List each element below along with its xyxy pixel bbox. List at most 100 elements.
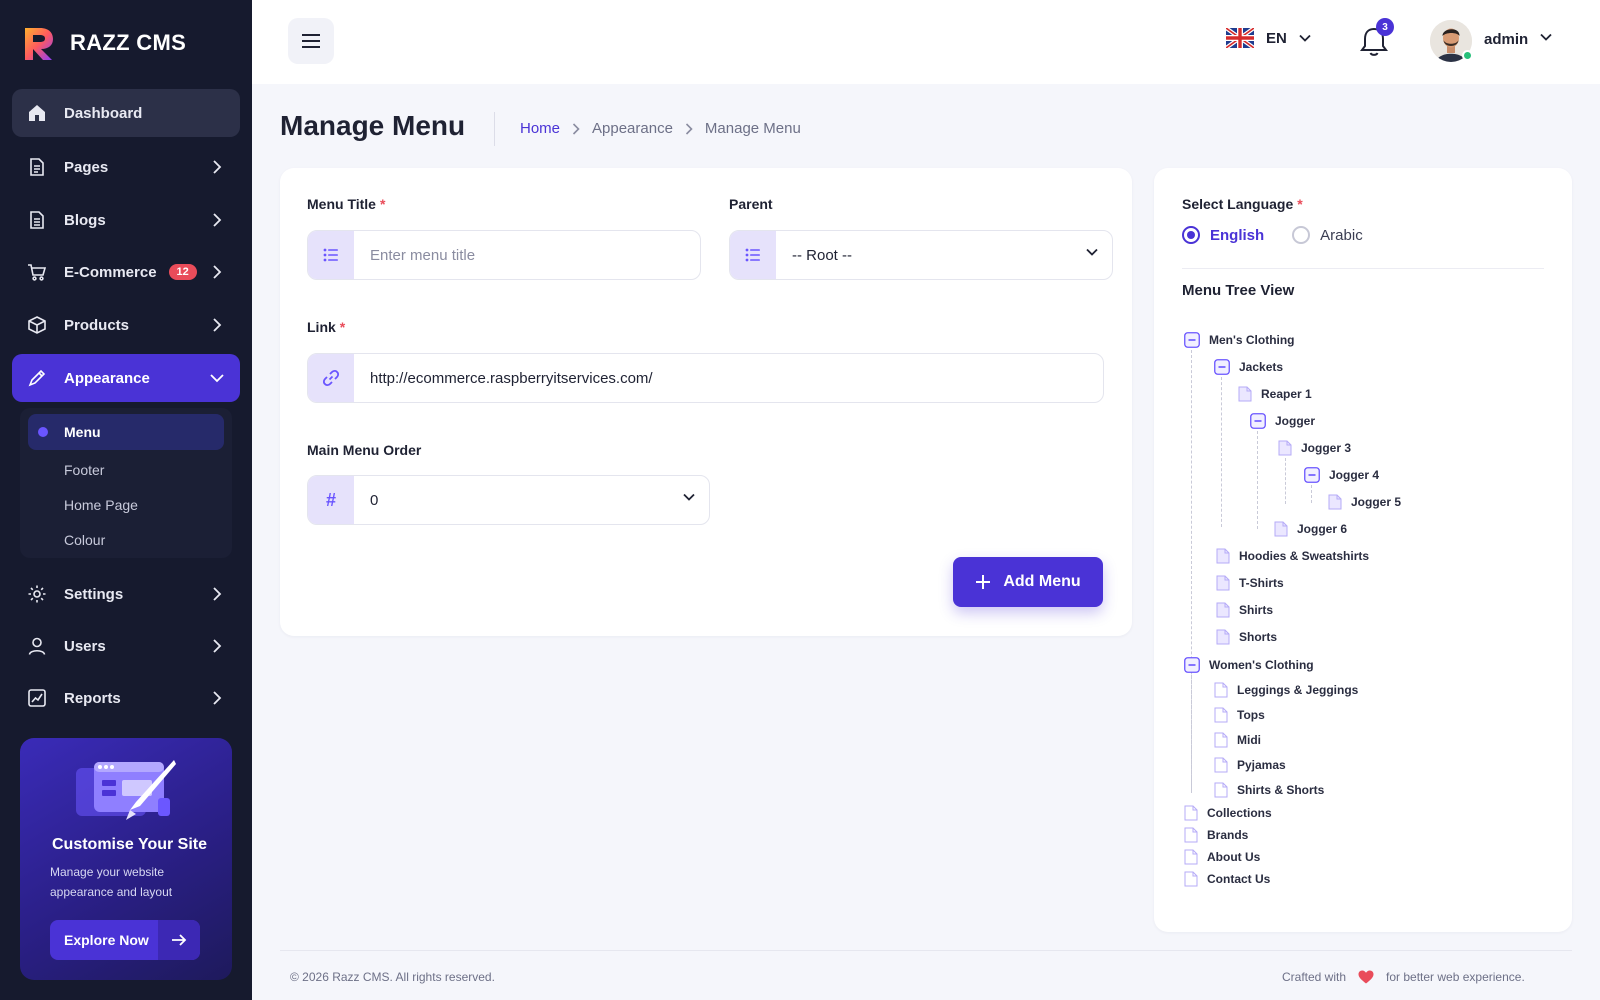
tree-connector-line bbox=[1311, 485, 1312, 503]
explore-now-label: Explore Now bbox=[64, 932, 149, 948]
title-divider bbox=[494, 112, 495, 146]
sidebar-item-appearance[interactable]: Appearance bbox=[12, 354, 240, 402]
radio-arabic[interactable]: Arabic bbox=[1292, 226, 1363, 244]
tree-node[interactable]: Reaper 1 bbox=[1238, 386, 1312, 402]
collapse-minus-icon[interactable] bbox=[1304, 467, 1320, 483]
tree-node[interactable]: Contact Us bbox=[1184, 871, 1270, 887]
link-input[interactable] bbox=[354, 354, 1103, 402]
sidebar-item-label: Settings bbox=[64, 585, 124, 603]
heart-icon bbox=[1358, 970, 1374, 984]
submenu-item-footer[interactable]: Footer bbox=[28, 452, 224, 488]
tree-node[interactable]: Jogger 6 bbox=[1274, 521, 1347, 537]
cart-icon bbox=[26, 261, 48, 283]
tree-node[interactable]: Shirts & Shorts bbox=[1214, 782, 1324, 798]
tree-node-label: Jogger 3 bbox=[1301, 441, 1352, 455]
sidebar-item-settings[interactable]: Settings bbox=[12, 570, 240, 618]
tree-node[interactable]: Brands bbox=[1184, 827, 1248, 843]
logo-icon bbox=[25, 28, 53, 60]
hash-icon: # bbox=[308, 476, 354, 524]
tree-node-label: Jogger 4 bbox=[1329, 468, 1380, 482]
notification-count-badge: 3 bbox=[1376, 18, 1394, 36]
breadcrumb-home[interactable]: Home bbox=[520, 120, 560, 137]
tree-node-label: About Us bbox=[1207, 850, 1261, 864]
tree-node[interactable]: Women's Clothing bbox=[1184, 657, 1314, 673]
tree-node[interactable]: Shirts bbox=[1216, 602, 1273, 618]
submenu-item-menu[interactable]: Menu bbox=[28, 414, 224, 450]
tree-node[interactable]: About Us bbox=[1184, 849, 1260, 865]
select-language-label: Select Language * bbox=[1182, 196, 1303, 212]
sidebar-item-ecommerce[interactable]: E-Commerce 12 bbox=[12, 248, 240, 296]
tree-node[interactable]: Pyjamas bbox=[1214, 757, 1286, 773]
tree-node[interactable]: Jogger 3 bbox=[1278, 440, 1351, 456]
explore-now-button[interactable]: Explore Now bbox=[50, 920, 200, 960]
tree-node-label: Jackets bbox=[1239, 360, 1284, 374]
menu-title-field bbox=[307, 230, 701, 280]
tree-node[interactable]: Jackets bbox=[1214, 359, 1283, 375]
chevron-down-icon bbox=[208, 369, 226, 387]
tree-node[interactable]: Shorts bbox=[1216, 629, 1277, 645]
parent-label: Parent bbox=[729, 196, 773, 212]
tree-node[interactable]: Jogger 4 bbox=[1304, 467, 1379, 483]
radio-button[interactable] bbox=[1182, 226, 1200, 244]
chevron-down-icon bbox=[1086, 248, 1098, 256]
tree-node-label: Women's Clothing bbox=[1209, 658, 1314, 672]
order-select-value[interactable]: 0 bbox=[354, 476, 709, 524]
tree-node[interactable]: Jogger bbox=[1250, 413, 1315, 429]
tree-node[interactable]: Collections bbox=[1184, 805, 1272, 821]
tree-node[interactable]: Leggings & Jeggings bbox=[1214, 682, 1358, 698]
submenu-item-label: Home Page bbox=[64, 497, 138, 513]
active-dot-icon bbox=[38, 427, 48, 437]
tree-node[interactable]: Men's Clothing bbox=[1184, 332, 1295, 348]
page-file-icon bbox=[1238, 386, 1252, 402]
user-name[interactable]: admin bbox=[1484, 31, 1528, 48]
page-file-icon bbox=[1216, 602, 1230, 618]
box-icon bbox=[26, 314, 48, 336]
collapse-minus-icon[interactable] bbox=[1184, 657, 1200, 673]
chevron-down-icon[interactable] bbox=[1540, 33, 1552, 41]
page-file-icon bbox=[1328, 494, 1342, 510]
parent-select[interactable]: -- Root -- bbox=[729, 230, 1113, 280]
tree-connector-line bbox=[1285, 458, 1286, 504]
page-outline-icon bbox=[1214, 782, 1228, 798]
link-label-text: Link bbox=[307, 319, 336, 335]
tree-node[interactable]: Tops bbox=[1214, 707, 1265, 723]
collapse-minus-icon[interactable] bbox=[1214, 359, 1230, 375]
sidebar-item-pages[interactable]: Pages bbox=[12, 143, 240, 191]
tree-node[interactable]: T-Shirts bbox=[1216, 575, 1284, 591]
page-icon bbox=[26, 156, 48, 178]
sidebar-item-reports[interactable]: Reports bbox=[12, 674, 240, 722]
brand[interactable]: RAZZ CMS bbox=[22, 24, 186, 62]
uk-flag-icon bbox=[1226, 28, 1254, 48]
sidebar-item-products[interactable]: Products bbox=[12, 301, 240, 349]
sidebar-item-users[interactable]: Users bbox=[12, 622, 240, 670]
brush-icon bbox=[26, 367, 48, 389]
main-menu-order-select[interactable]: # 0 bbox=[307, 475, 710, 525]
footer-crafted-suffix: for better web experience. bbox=[1386, 970, 1525, 984]
chevron-right-icon bbox=[208, 263, 226, 281]
tree-node-label: Shirts bbox=[1239, 603, 1274, 617]
order-selected-text: 0 bbox=[370, 491, 379, 509]
breadcrumb-appearance[interactable]: Appearance bbox=[592, 120, 673, 137]
collapse-minus-icon[interactable] bbox=[1184, 332, 1200, 348]
sidebar-item-dashboard[interactable]: Dashboard bbox=[12, 89, 240, 137]
sidebar-item-blogs[interactable]: Blogs bbox=[12, 196, 240, 244]
radio-button[interactable] bbox=[1292, 226, 1311, 244]
tree-node-label: Pyjamas bbox=[1237, 758, 1286, 772]
tree-node[interactable]: Hoodies & Sweatshirts bbox=[1216, 548, 1369, 564]
submenu-item-label: Colour bbox=[64, 532, 106, 548]
online-status-dot bbox=[1462, 50, 1473, 61]
menu-toggle-button[interactable] bbox=[288, 18, 334, 64]
add-menu-button[interactable]: Add Menu bbox=[953, 557, 1103, 607]
menu-title-input[interactable] bbox=[354, 231, 700, 279]
parent-select-value[interactable]: -- Root -- bbox=[776, 231, 1112, 279]
radio-english[interactable]: English bbox=[1182, 226, 1264, 244]
breadcrumb: Home Appearance Manage Menu bbox=[520, 120, 801, 137]
tree-node[interactable]: Jogger 5 bbox=[1328, 494, 1401, 510]
language-selector[interactable]: EN bbox=[1226, 28, 1311, 48]
submenu-item-home-page[interactable]: Home Page bbox=[28, 487, 224, 523]
tree-node[interactable]: Midi bbox=[1214, 732, 1261, 748]
submenu-item-colour[interactable]: Colour bbox=[28, 522, 224, 558]
language-radio-group: English Arabic bbox=[1182, 226, 1363, 244]
tree-node-label: Collections bbox=[1207, 806, 1272, 820]
collapse-minus-icon[interactable] bbox=[1250, 413, 1266, 429]
